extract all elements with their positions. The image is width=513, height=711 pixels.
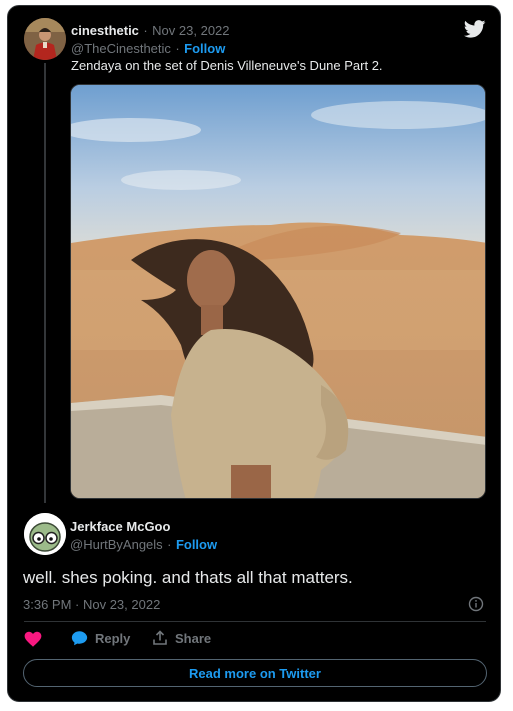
info-icon[interactable]: [468, 596, 484, 612]
thread-connector-line: [44, 63, 46, 503]
reply-avatar[interactable]: [24, 513, 66, 555]
parent-handle[interactable]: @TheCinesthetic: [71, 41, 171, 56]
actions-divider: [24, 621, 486, 622]
parent-avatar[interactable]: [24, 18, 66, 60]
heart-icon: [24, 631, 42, 647]
reply-header-line1: Jerkface McGoo: [70, 518, 170, 536]
parent-header-line1: cinesthetic · Nov 23, 2022: [71, 22, 230, 40]
header-separator: ·: [143, 23, 148, 38]
reply-display-name[interactable]: Jerkface McGoo: [70, 519, 170, 534]
reply-button[interactable]: Reply: [71, 630, 130, 646]
reply-timestamp[interactable]: 3:36 PM · Nov 23, 2022: [23, 597, 160, 612]
tweet-media-image[interactable]: [70, 84, 486, 499]
parent-display-name[interactable]: cinesthetic: [71, 23, 139, 38]
header-separator: ·: [175, 41, 180, 56]
parent-header-line2: @TheCinesthetic · Follow: [71, 40, 225, 58]
parent-follow-link[interactable]: Follow: [184, 41, 225, 56]
header-separator: ·: [167, 537, 172, 552]
share-label: Share: [175, 630, 212, 646]
share-icon: [153, 630, 167, 645]
reply-handle[interactable]: @HurtByAngels: [70, 537, 163, 552]
reply-header-line2: @HurtByAngels · Follow: [70, 536, 217, 554]
reply-follow-link[interactable]: Follow: [176, 537, 217, 552]
reply-bubble-icon: [71, 631, 88, 646]
parent-date[interactable]: Nov 23, 2022: [152, 23, 229, 38]
reply-tweet-text: well. shes poking. and thats all that ma…: [23, 568, 353, 587]
like-button[interactable]: [24, 631, 42, 647]
parent-tweet-text: Zendaya on the set of Denis Villeneuve's…: [71, 58, 383, 73]
twitter-bird-icon[interactable]: [463, 20, 486, 38]
share-button[interactable]: Share: [152, 630, 211, 646]
read-more-button[interactable]: Read more on Twitter: [23, 659, 487, 687]
reply-label: Reply: [95, 630, 131, 646]
tweet-embed-card: cinesthetic · Nov 23, 2022 @TheCinesthet…: [7, 5, 501, 702]
